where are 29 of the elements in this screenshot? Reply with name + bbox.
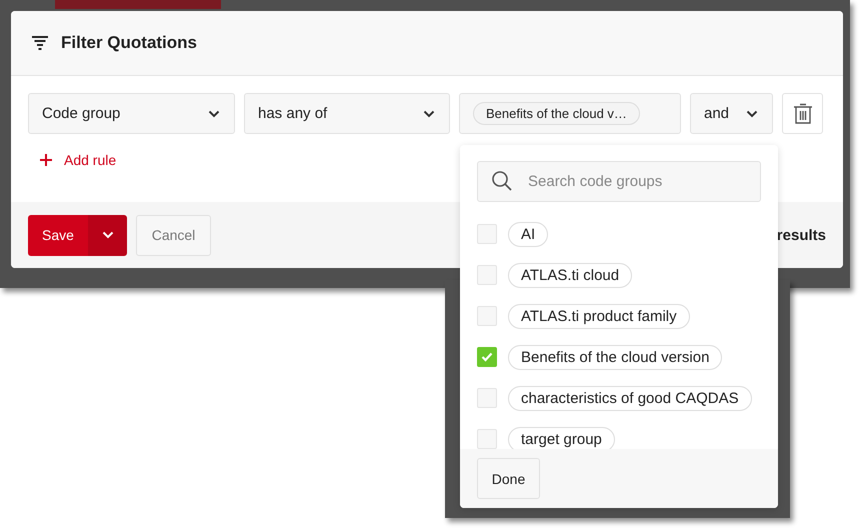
- save-button[interactable]: Save: [28, 214, 88, 256]
- delete-button[interactable]: [782, 93, 823, 134]
- add-rule-link[interactable]: Add rule: [40, 152, 116, 168]
- plus-icon: [40, 154, 52, 166]
- conjunction-select[interactable]: and: [690, 93, 773, 134]
- filter-icon: [32, 36, 48, 50]
- caret-icon: [208, 110, 220, 118]
- check-icon: [481, 352, 493, 362]
- code-group-chip[interactable]: ATLAS.ti cloud: [508, 262, 632, 288]
- trash-icon: [792, 102, 812, 124]
- cancel-button[interactable]: Cancel: [136, 214, 211, 256]
- value-chip: Benefits of the cloud v…: [473, 102, 640, 125]
- field-select[interactable]: Code group: [28, 93, 235, 134]
- value-field[interactable]: Benefits of the cloud v…: [459, 93, 681, 134]
- done-button[interactable]: Done: [477, 458, 540, 499]
- search-field[interactable]: Search code groups: [477, 161, 761, 202]
- caret-icon: [423, 110, 435, 118]
- caret-icon: [746, 110, 758, 118]
- code-group-chip[interactable]: target group: [508, 426, 615, 449]
- checkbox[interactable]: [477, 347, 497, 367]
- caret-icon: [102, 231, 114, 239]
- operator-select[interactable]: has any of: [244, 93, 450, 134]
- dialog-title: Filter Quotations: [61, 33, 197, 53]
- code-group-chip[interactable]: Benefits of the cloud version: [508, 344, 722, 370]
- code-group-chip[interactable]: characteristics of good CAQDAS: [508, 386, 752, 410]
- code-group-chip[interactable]: ATLAS.ti product family: [508, 304, 690, 328]
- save-options-button[interactable]: [88, 214, 127, 256]
- results-label: results: [776, 226, 826, 244]
- code-group-chip[interactable]: AI: [508, 222, 548, 246]
